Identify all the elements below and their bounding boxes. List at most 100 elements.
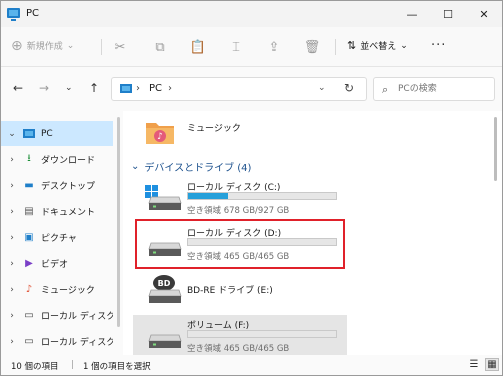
chevron-right-icon[interactable]: ›: [1, 233, 23, 243]
music-folder-label[interactable]: ミュージック: [187, 121, 241, 134]
breadcrumb-separator[interactable]: ›: [136, 83, 140, 94]
music-icon: ♪: [25, 284, 33, 295]
content-scrollbar[interactable]: [494, 117, 497, 181]
address-bar[interactable]: › PC › ⌄ ↻: [111, 77, 367, 101]
divider: [101, 39, 102, 55]
title-bar: PC — ☐ ✕: [1, 1, 502, 27]
sort-button-label: 並べ替え: [360, 42, 397, 52]
drive-c-tile[interactable]: ローカル ディスク (C:) 空き領域 678 GB/927 GB: [133, 177, 347, 217]
bd-drive-icon: BD: [148, 275, 182, 303]
chevron-right-icon[interactable]: ›: [1, 311, 23, 321]
sidebar-item-label: ローカル ディスク (: [41, 312, 113, 322]
search-box[interactable]: ⌕: [373, 77, 495, 101]
drive-f-tile[interactable]: ボリューム (F:) 空き領域 465 GB/465 GB: [133, 315, 347, 355]
back-button[interactable]: ←: [13, 81, 23, 95]
breadcrumb-separator[interactable]: ›: [168, 83, 172, 94]
chevron-right-icon[interactable]: ›: [1, 207, 23, 217]
drive-e-tile[interactable]: BD BD-RE ドライブ (E:): [133, 269, 347, 309]
rename-icon[interactable]: ⌶: [227, 38, 245, 56]
delete-icon[interactable]: 🗑: [303, 38, 321, 56]
sidebar-item-documents[interactable]: › ▤ ドキュメント: [1, 199, 113, 224]
desktop-icon: ▬: [24, 180, 34, 191]
tiles-view-button[interactable]: ▦: [485, 358, 499, 371]
sort-icon: ⇅: [347, 39, 357, 52]
plus-icon: ⊕: [11, 37, 23, 54]
sort-button[interactable]: ⇅ 並べ替え ⌄: [347, 39, 408, 52]
cut-icon[interactable]: ✂: [111, 38, 129, 56]
details-view-button[interactable]: ☰: [467, 358, 481, 371]
drive-d-highlight-box: [135, 219, 345, 269]
pc-icon: [7, 8, 20, 21]
divider: [335, 39, 336, 55]
status-bar: 10 個の項目 | 1 個の項目を選択 ☰ ▦: [1, 355, 502, 375]
more-options-button[interactable]: ···: [431, 38, 446, 53]
chevron-right-icon[interactable]: ›: [1, 259, 23, 269]
sidebar-item-pictures[interactable]: › ▣ ピクチャ: [1, 225, 113, 250]
copy-icon[interactable]: ⧉: [151, 38, 169, 56]
video-icon: ▶: [25, 258, 33, 269]
navigation-pane: ⌄ PC › ⭳ ダウンロード › ▬ デスクトップ › ▤ ドキュメント › …: [1, 111, 123, 355]
address-row: ← → ⌄ ↑ › PC › ⌄ ↻ ⌕: [1, 67, 502, 111]
refresh-button[interactable]: ↻: [344, 81, 354, 95]
sidebar-item-downloads[interactable]: › ⭳ ダウンロード: [1, 147, 113, 172]
chevron-right-icon[interactable]: ›: [1, 155, 23, 165]
file-explorer-window: PC — ☐ ✕ ⊕ 新規作成 ⌄ ✂ ⧉ 📋 ⌶ ⇪ 🗑 ⇅ 並べ替え ⌄ ·…: [0, 0, 503, 376]
pc-icon: [120, 84, 132, 93]
sidebar-item-local-disk-c[interactable]: › ▭ ローカル ディスク (: [1, 303, 113, 328]
maximize-button[interactable]: ☐: [430, 1, 466, 27]
sidebar-item-label: ドキュメント: [41, 208, 96, 218]
chevron-down-icon[interactable]: ⌄: [1, 129, 23, 139]
window-title: PC: [26, 8, 40, 19]
sidebar-scrollbar[interactable]: [117, 117, 120, 327]
drive-icon: ▭: [24, 336, 34, 347]
sidebar-item-local-disk-d[interactable]: › ▭ ローカル ディスク (: [1, 329, 113, 354]
search-icon: ⌕: [382, 83, 389, 96]
chevron-right-icon[interactable]: ›: [1, 337, 23, 347]
up-button[interactable]: ↑: [89, 81, 99, 95]
sidebar-item-music[interactable]: › ♪ ミュージック: [1, 277, 113, 302]
status-separator: |: [71, 360, 74, 370]
music-folder-icon[interactable]: ♪: [145, 119, 175, 145]
svg-text:♪: ♪: [157, 132, 163, 142]
recent-locations-button[interactable]: ⌄: [65, 83, 73, 93]
forward-button[interactable]: →: [39, 81, 49, 95]
pictures-icon: ▣: [24, 232, 34, 243]
drive-usage-bar: [187, 192, 337, 200]
chevron-down-icon: ⌄: [400, 40, 408, 51]
drive-name: BD-RE ドライブ (E:): [187, 286, 273, 296]
chevron-down-icon[interactable]: ⌄: [131, 161, 139, 172]
chevron-down-icon: ⌄: [66, 40, 75, 51]
close-button[interactable]: ✕: [466, 1, 502, 27]
pc-icon: [23, 128, 35, 140]
sidebar-item-label: ダウンロード: [41, 156, 96, 166]
minimize-button[interactable]: —: [394, 1, 430, 27]
devices-group-title: デバイスとドライブ (4): [144, 163, 252, 174]
devices-group-header[interactable]: ⌄ デバイスとドライブ (4): [131, 159, 251, 174]
paste-icon[interactable]: 📋: [189, 38, 207, 56]
chevron-right-icon[interactable]: ›: [1, 181, 23, 191]
drive-icon: [148, 334, 182, 348]
sidebar-item-label: デスクトップ: [41, 182, 96, 192]
selection-count: 1 個の項目を選択: [83, 362, 151, 372]
sidebar-item-desktop[interactable]: › ▬ デスクトップ: [1, 173, 113, 198]
windows-drive-icon: [145, 185, 182, 210]
search-input[interactable]: [398, 81, 490, 97]
new-button-label: 新規作成: [26, 42, 63, 52]
share-icon[interactable]: ⇪: [265, 38, 283, 56]
sidebar-item-label: ビデオ: [41, 260, 69, 270]
new-button[interactable]: ⊕ 新規作成 ⌄: [11, 37, 75, 54]
drive-icon: ▭: [24, 310, 34, 321]
drive-free-space: 空き領域 465 GB/465 GB: [187, 344, 290, 354]
drive-usage-bar: [187, 330, 337, 338]
address-dropdown-button[interactable]: ⌄: [318, 83, 326, 93]
sidebar-item-label: ミュージック: [41, 286, 95, 296]
drive-free-space: 空き領域 678 GB/927 GB: [187, 206, 290, 216]
document-icon: ▤: [24, 206, 34, 217]
svg-text:BD: BD: [158, 279, 171, 288]
chevron-right-icon[interactable]: ›: [1, 285, 23, 295]
command-bar: ⊕ 新規作成 ⌄ ✂ ⧉ 📋 ⌶ ⇪ 🗑 ⇅ 並べ替え ⌄ ···: [1, 27, 502, 67]
breadcrumb-pc[interactable]: PC: [149, 83, 162, 94]
sidebar-item-videos[interactable]: › ▶ ビデオ: [1, 251, 113, 276]
sidebar-item-label: ローカル ディスク (: [41, 338, 113, 348]
sidebar-item-pc[interactable]: ⌄ PC: [1, 121, 113, 146]
